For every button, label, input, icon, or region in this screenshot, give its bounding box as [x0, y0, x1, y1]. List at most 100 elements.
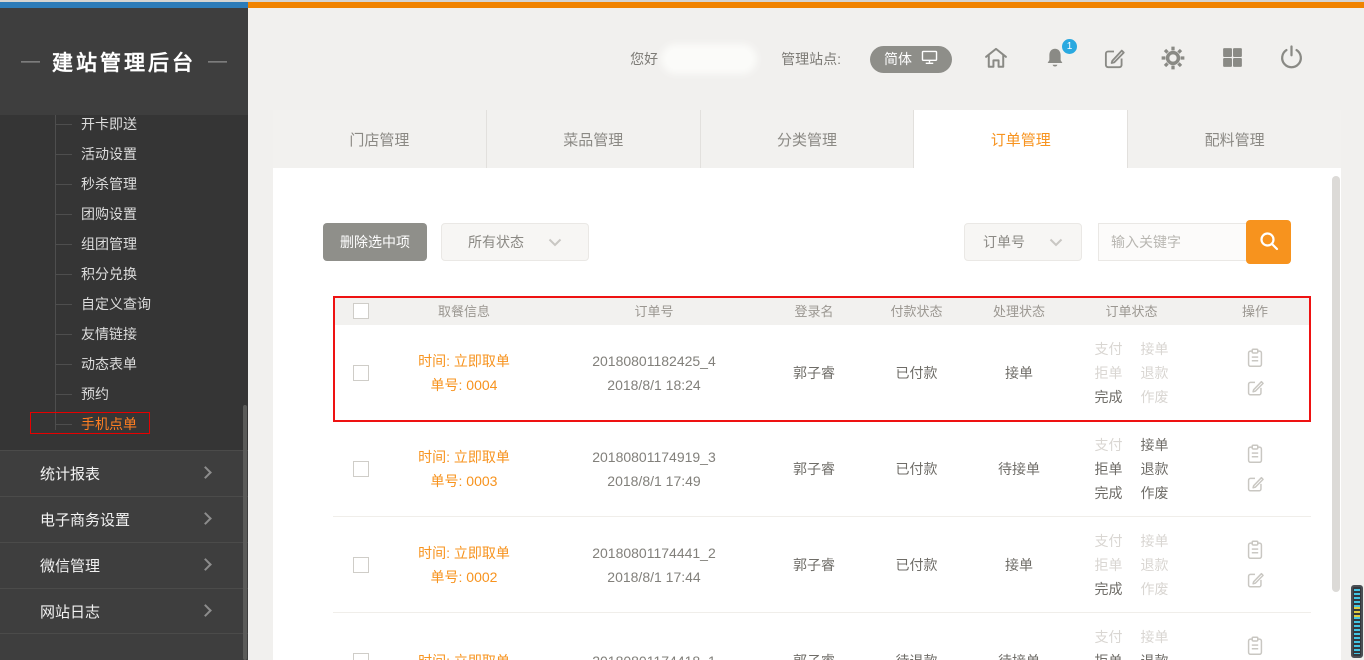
action-pay[interactable]: 支付 — [1095, 531, 1123, 551]
action-pay[interactable]: 支付 — [1095, 627, 1123, 647]
order-status-actions: 支付 接单 拒单 退款 完成 作废 — [1064, 531, 1199, 599]
clipboard-icon — [1244, 453, 1266, 468]
order-edit-button[interactable] — [1244, 568, 1266, 590]
sidebar-item-card-gift[interactable]: 开卡即送 — [55, 115, 248, 139]
tab-store-mgmt[interactable]: 门店管理 — [273, 110, 487, 168]
pay-status-cell: 已付款 — [859, 363, 974, 383]
sidebar-item-flash-sale[interactable]: 秒杀管理 — [55, 169, 248, 199]
row-checkbox[interactable] — [353, 461, 369, 477]
action-pay[interactable]: 支付 — [1095, 339, 1123, 359]
toolbar: 删除选中项 所有状态 订单号 — [323, 220, 1291, 264]
sidebar-item-points-exchange[interactable]: 积分兑换 — [55, 259, 248, 289]
action-reject[interactable]: 拒单 — [1095, 555, 1123, 575]
order-status-actions: 支付 接单 拒单 退款 完成 作废 — [1064, 435, 1199, 503]
indicator-stripes — [1354, 589, 1360, 654]
sidebar-item-group-buy[interactable]: 团购设置 — [55, 199, 248, 229]
edit-pencil-icon — [1101, 45, 1127, 74]
tab-ingredient-mgmt[interactable]: 配料管理 — [1128, 110, 1341, 168]
chevron-right-icon — [199, 558, 212, 571]
action-reject[interactable]: 拒单 — [1095, 363, 1123, 383]
delete-selected-button[interactable]: 删除选中项 — [323, 223, 427, 261]
edit-square-icon — [1244, 482, 1266, 497]
notifications-button[interactable]: 1 — [1040, 44, 1070, 74]
edit-square-icon — [1244, 578, 1266, 593]
order-edit-button[interactable] — [1244, 472, 1266, 494]
greeting-area: 您好 — [630, 49, 752, 69]
chevron-right-icon — [199, 466, 212, 479]
action-void[interactable]: 作废 — [1141, 579, 1169, 599]
action-reject[interactable]: 拒单 — [1095, 651, 1123, 660]
action-refund[interactable]: 退款 — [1141, 459, 1169, 479]
tab-bar: 门店管理 菜品管理 分类管理 订单管理 配料管理 — [273, 110, 1341, 168]
gear-icon — [1160, 45, 1186, 74]
sidebar-item-custom-query[interactable]: 自定义查询 — [55, 289, 248, 319]
select-all-checkbox[interactable] — [353, 303, 369, 319]
action-complete[interactable]: 完成 — [1095, 387, 1123, 407]
sidebar-item-statistics[interactable]: 统计报表 — [0, 450, 248, 496]
app-title-text: 建站管理后台 — [52, 47, 196, 77]
action-pay[interactable]: 支付 — [1095, 435, 1123, 455]
action-refund[interactable]: 退款 — [1141, 555, 1169, 575]
action-void[interactable]: 作废 — [1141, 483, 1169, 503]
sidebar-item-mobile-ordering[interactable]: 手机点单 — [55, 409, 248, 439]
search-icon — [1257, 229, 1281, 256]
edit-square-icon — [1244, 386, 1266, 401]
orders-table: 取餐信息 订单号 登录名 付款状态 处理状态 订单状态 操作 时间: 立即取单 … — [333, 296, 1311, 660]
action-complete[interactable]: 完成 — [1095, 483, 1123, 503]
order-detail-button[interactable] — [1244, 539, 1266, 561]
row-checkbox[interactable] — [353, 557, 369, 573]
tab-dish-mgmt[interactable]: 菜品管理 — [487, 110, 701, 168]
col-header-process-status: 处理状态 — [974, 301, 1064, 320]
order-edit-button[interactable] — [1244, 376, 1266, 398]
monitor-icon — [921, 50, 938, 68]
sidebar-section-label: 微信管理 — [40, 555, 100, 576]
sidebar-item-wechat-mgmt[interactable]: 微信管理 — [0, 542, 248, 588]
order-detail-button[interactable] — [1244, 635, 1266, 657]
action-accept[interactable]: 接单 — [1141, 531, 1169, 551]
logout-button[interactable] — [1276, 44, 1306, 74]
tab-category-mgmt[interactable]: 分类管理 — [701, 110, 915, 168]
login-name-cell: 郭子睿 — [769, 363, 859, 383]
search-button[interactable] — [1246, 220, 1291, 264]
status-filter-select[interactable]: 所有状态 — [441, 223, 589, 261]
sidebar-item-activity-settings[interactable]: 活动设置 — [55, 139, 248, 169]
order-detail-button[interactable] — [1244, 443, 1266, 465]
sidebar-item-group-mgmt[interactable]: 组团管理 — [55, 229, 248, 259]
action-reject[interactable]: 拒单 — [1095, 459, 1123, 479]
content-scrollbar[interactable] — [1332, 176, 1340, 592]
tab-order-mgmt[interactable]: 订单管理 — [914, 110, 1128, 168]
title-decor-right: — — [208, 51, 227, 73]
pickup-info-cell: 时间: 立即取单 单号: 0003 — [389, 445, 539, 493]
sidebar-item-friend-links[interactable]: 友情链接 — [55, 319, 248, 349]
row-checkbox[interactable] — [353, 365, 369, 381]
action-void[interactable]: 作废 — [1141, 387, 1169, 407]
search-field-select[interactable]: 订单号 — [964, 223, 1082, 261]
settings-button[interactable] — [1158, 44, 1188, 74]
title-decor-left: — — [21, 51, 40, 73]
sidebar-item-reservation[interactable]: 预约 — [55, 379, 248, 409]
action-accept[interactable]: 接单 — [1141, 627, 1169, 647]
main-panel: 门店管理 菜品管理 分类管理 订单管理 配料管理 删除选中项 所有状态 订单号 — [273, 110, 1341, 660]
action-refund[interactable]: 退款 — [1141, 363, 1169, 383]
clipboard-icon — [1244, 357, 1266, 372]
sidebar-sections: 统计报表 电子商务设置 微信管理 网站日志 — [0, 450, 248, 634]
action-accept[interactable]: 接单 — [1141, 435, 1169, 455]
action-complete[interactable]: 完成 — [1095, 579, 1123, 599]
simplified-chinese-site-button[interactable]: 简体 — [870, 46, 952, 73]
order-detail-button[interactable] — [1244, 347, 1266, 369]
sidebar-scrollbar[interactable] — [243, 405, 247, 660]
home-icon — [982, 44, 1010, 75]
row-checkbox[interactable] — [353, 653, 369, 660]
keyword-input[interactable] — [1098, 223, 1247, 261]
clipboard-icon — [1244, 549, 1266, 564]
edit-button[interactable] — [1099, 44, 1129, 74]
sidebar-item-ecommerce-settings[interactable]: 电子商务设置 — [0, 496, 248, 542]
sidebar-item-dynamic-forms[interactable]: 动态表单 — [55, 349, 248, 379]
sidebar-item-site-logs[interactable]: 网站日志 — [0, 588, 248, 634]
action-refund[interactable]: 退款 — [1141, 651, 1169, 660]
home-button[interactable] — [981, 44, 1011, 74]
order-no-cell: 20180801174441_2 2018/8/1 17:44 — [539, 541, 769, 589]
action-accept[interactable]: 接单 — [1141, 339, 1169, 359]
pay-status-cell: 已付款 — [859, 555, 974, 575]
apps-button[interactable] — [1217, 44, 1247, 74]
